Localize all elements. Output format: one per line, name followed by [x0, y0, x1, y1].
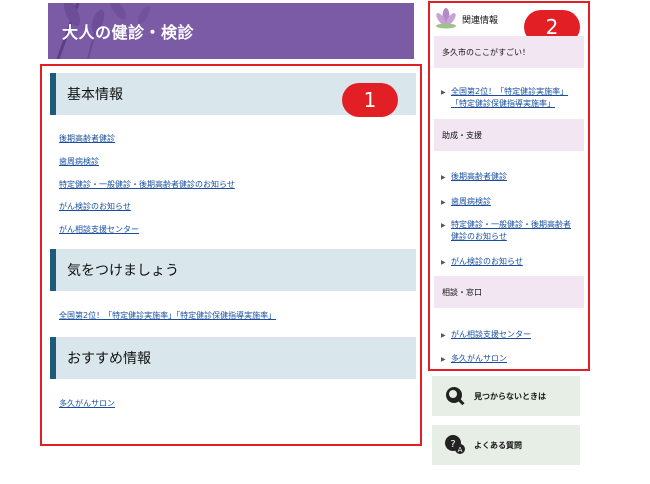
- sidebar-link-cancer-screening[interactable]: がん検診のお知らせ: [451, 256, 523, 268]
- svg-text:?: ?: [450, 439, 455, 450]
- related-info-sidebar: 関連情報 多久市のここがすごい！ ▶ 全国第2位！「特定健診実施率」 「特定健診…: [428, 1, 590, 371]
- faq-label: よくある質問: [474, 441, 522, 450]
- page-title: 大人の健診・検診: [62, 23, 195, 42]
- bullet-icon: ▶: [441, 222, 446, 229]
- sidebar-category-support: 助成・支援: [434, 119, 584, 151]
- link-cancer-support[interactable]: がん相談支援センター: [59, 224, 139, 235]
- link-periodontal[interactable]: 歯周病検診: [59, 156, 99, 167]
- not-found-label: 見つからないときは: [474, 392, 546, 401]
- sidebar-link-specific-checkup[interactable]: 特定健診・一般健診・後期高齢者 健診のお知らせ: [451, 219, 571, 243]
- bullet-icon: ▶: [441, 356, 446, 363]
- sidebar-title: 関連情報: [462, 16, 499, 26]
- lotus-icon: [436, 8, 456, 29]
- link-line: 特定健診・一般健診・後期高齢者: [451, 220, 571, 229]
- link-cancer-salon[interactable]: 多久がんサロン: [59, 398, 115, 409]
- link-elderly-checkup[interactable]: 後期高齢者健診: [59, 133, 115, 144]
- bullet-icon: ▶: [441, 259, 446, 266]
- bullet-icon: ▶: [441, 332, 446, 339]
- link-cancer-screening[interactable]: がん検診のお知らせ: [59, 201, 131, 212]
- link-line: 「特定健診保健指導実施率」: [451, 99, 555, 108]
- bullet-icon: ▶: [441, 89, 446, 96]
- link-ranking[interactable]: 全国第2位！「特定健診実施率」「特定健診保健指導実施率」: [59, 310, 276, 321]
- bullet-icon: ▶: [441, 174, 446, 181]
- section-header-recommend: おすすめ情報: [50, 337, 416, 379]
- bullet-icon: ▶: [441, 199, 446, 206]
- category-title: 相談・窓口: [442, 288, 482, 297]
- question-bubble-icon: ? A: [445, 435, 465, 454]
- section-title: 気をつけましょう: [67, 263, 179, 279]
- link-line: 健診のお知らせ: [451, 232, 507, 241]
- section-title: 基本情報: [67, 87, 123, 103]
- sidebar-category-consult: 相談・窓口: [434, 276, 584, 308]
- sidebar-link-periodontal[interactable]: 歯周病検診: [451, 196, 491, 208]
- sidebar-link-ranking[interactable]: 全国第2位！「特定健診実施率」 「特定健診保健指導実施率」: [451, 86, 568, 110]
- search-magnifier-icon: [446, 387, 465, 406]
- sidebar-link-cancer-salon[interactable]: 多久がんサロン: [451, 353, 507, 365]
- category-title: 多久市のここがすごい！: [442, 48, 530, 57]
- svg-text:A: A: [458, 446, 463, 454]
- section-title: おすすめ情報: [67, 351, 151, 367]
- sidebar-title-row: 関連情報: [430, 3, 588, 33]
- main-content-highlight: 基本情報 後期高齢者健診 歯周病検診 特定健診・一般健診・後期高齢者健診のお知ら…: [40, 64, 422, 446]
- page-banner: 大人の健診・検診: [48, 3, 414, 59]
- link-specific-checkup[interactable]: 特定健診・一般健診・後期高齢者健診のお知らせ: [59, 179, 235, 190]
- not-found-button[interactable]: 見つからないときは: [432, 376, 580, 416]
- sidebar-category-great: 多久市のここがすごい！: [434, 36, 584, 68]
- category-title: 助成・支援: [442, 131, 482, 140]
- sidebar-link-cancer-support[interactable]: がん相談支援センター: [451, 329, 531, 341]
- sidebar-link-elderly-checkup[interactable]: 後期高齢者健診: [451, 171, 507, 183]
- faq-button[interactable]: ? A よくある質問: [432, 425, 580, 465]
- link-line: 全国第2位！「特定健診実施率」: [451, 87, 569, 96]
- marker-1: 1: [342, 83, 398, 117]
- section-header-caution: 気をつけましょう: [50, 249, 416, 291]
